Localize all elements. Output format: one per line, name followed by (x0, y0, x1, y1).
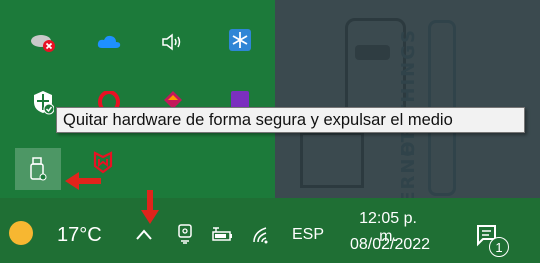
volume-icon[interactable] (159, 30, 187, 54)
wifi-icon[interactable] (248, 222, 274, 246)
clock-date[interactable]: 08/02/2022 (350, 236, 430, 254)
cloud-error-icon[interactable] (29, 30, 57, 54)
bluetooth-snowflake-icon[interactable] (226, 28, 254, 52)
windows-security-icon[interactable] (29, 90, 57, 115)
wallpaper-card-drawing (300, 132, 364, 188)
weather-temperature[interactable]: 17°C (57, 224, 102, 247)
safely-remove-tooltip: Quitar hardware de forma segura y expuls… (56, 107, 525, 133)
red-arrow-left-icon (65, 172, 101, 190)
usb-safely-remove-icon[interactable] (15, 148, 61, 190)
weather-sun-icon[interactable] (9, 221, 33, 245)
tray-overflow-flyout (0, 0, 275, 198)
notification-count-badge: 1 (489, 237, 509, 257)
device-sync-icon[interactable] (172, 222, 198, 246)
onedrive-icon[interactable] (95, 30, 123, 54)
battery-icon[interactable] (208, 222, 236, 246)
input-language-indicator[interactable]: ESP (292, 226, 324, 244)
red-arrow-down-icon (141, 190, 159, 224)
show-hidden-icons-chevron-up-icon[interactable] (131, 222, 157, 246)
wallpaper-phone-detail (355, 45, 390, 60)
